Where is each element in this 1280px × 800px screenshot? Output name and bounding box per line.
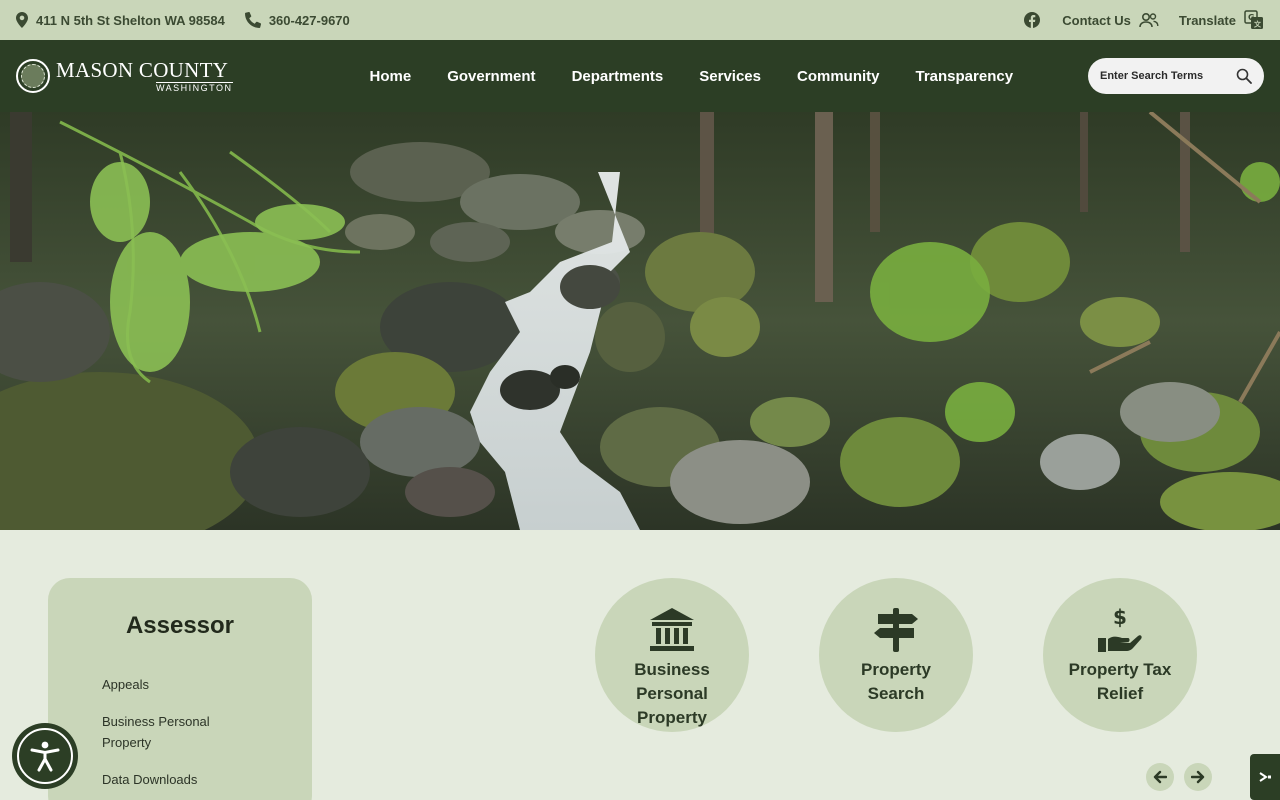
contact-us-label: Contact Us — [1062, 12, 1131, 28]
accessibility-icon — [30, 741, 60, 772]
quick-link-label: Property Tax Relief — [1068, 660, 1172, 703]
phone-link[interactable]: 360-427-9670 — [244, 12, 350, 28]
map-pin-icon — [16, 12, 28, 28]
arrow-left-icon — [1153, 770, 1167, 784]
translate-icon: G文 — [1244, 10, 1263, 29]
phone-text: 360-427-9670 — [268, 12, 350, 28]
utility-bar: 411 N 5th St Shelton WA 98584 360-427-96… — [0, 0, 1280, 40]
phone-icon — [244, 12, 261, 28]
quick-link-business-personal-property[interactable]: Business Personal Property — [595, 578, 749, 732]
signpost-icon — [874, 608, 918, 652]
carousel-next-button[interactable] — [1184, 763, 1212, 791]
nav-departments[interactable]: Departments — [572, 68, 664, 85]
search-icon[interactable] — [1236, 68, 1252, 84]
expand-arrow-icon — [1259, 772, 1271, 782]
logo-name: MASON COUNTY — [56, 57, 229, 82]
sidebar-item-appeals[interactable]: Appeals — [102, 674, 252, 695]
quick-link-property-tax-relief[interactable]: $ Property Tax Relief — [1043, 578, 1197, 732]
search-input[interactable] — [1100, 70, 1230, 82]
nav-government[interactable]: Government — [447, 68, 535, 85]
svg-text:文: 文 — [1254, 20, 1262, 29]
sidebar-title: Assessor — [125, 612, 235, 639]
logo-subtitle: WASHINGTON — [156, 81, 233, 93]
county-logo[interactable]: MASON COUNTY WASHINGTON — [16, 59, 233, 93]
address-link[interactable]: 411 N 5th St Shelton WA 98584 — [16, 12, 225, 28]
main-nav: Home Government Departments Services Com… — [370, 68, 1014, 85]
translate-label: Translate — [1178, 12, 1236, 28]
quick-link-label: Property Search — [861, 660, 931, 703]
hero-image — [0, 112, 1280, 530]
main-header: MASON COUNTY WASHINGTON Home Government … — [0, 40, 1280, 112]
search-box — [1088, 58, 1264, 94]
hand-dollar-icon: $ — [1098, 606, 1142, 652]
svg-text:$: $ — [1113, 606, 1127, 629]
bank-icon — [650, 608, 694, 651]
quick-link-label: Business Personal Property — [634, 660, 710, 727]
contact-us-link[interactable]: Contact Us — [1062, 12, 1159, 28]
sidebar-card: Assessor Appeals Business Personal Prope… — [48, 578, 312, 800]
accessibility-button[interactable] — [12, 723, 78, 789]
nav-home[interactable]: Home — [370, 68, 412, 85]
forest-stream-image — [0, 112, 1280, 530]
translate-link[interactable]: Translate G文 — [1179, 10, 1264, 30]
address-text: 411 N 5th St Shelton WA 98584 — [36, 12, 225, 28]
facebook-icon — [1024, 12, 1041, 28]
users-icon — [1139, 12, 1159, 28]
facebook-link[interactable] — [1024, 12, 1041, 28]
nav-services[interactable]: Services — [699, 68, 761, 85]
nav-community[interactable]: Community — [797, 68, 880, 85]
nav-transparency[interactable]: Transparency — [916, 68, 1014, 85]
sidebar-links: Appeals Business Personal Property Data … — [102, 674, 252, 800]
carousel-prev-button[interactable] — [1146, 763, 1174, 791]
side-panel-tab[interactable] — [1250, 754, 1280, 800]
sidebar-item-data-downloads[interactable]: Data Downloads — [102, 769, 252, 790]
county-seal-icon — [16, 59, 50, 93]
arrow-right-icon — [1191, 770, 1205, 784]
quick-link-property-search[interactable]: Property Search — [819, 578, 973, 732]
sidebar-item-business-personal-property[interactable]: Business Personal Property — [102, 711, 252, 753]
